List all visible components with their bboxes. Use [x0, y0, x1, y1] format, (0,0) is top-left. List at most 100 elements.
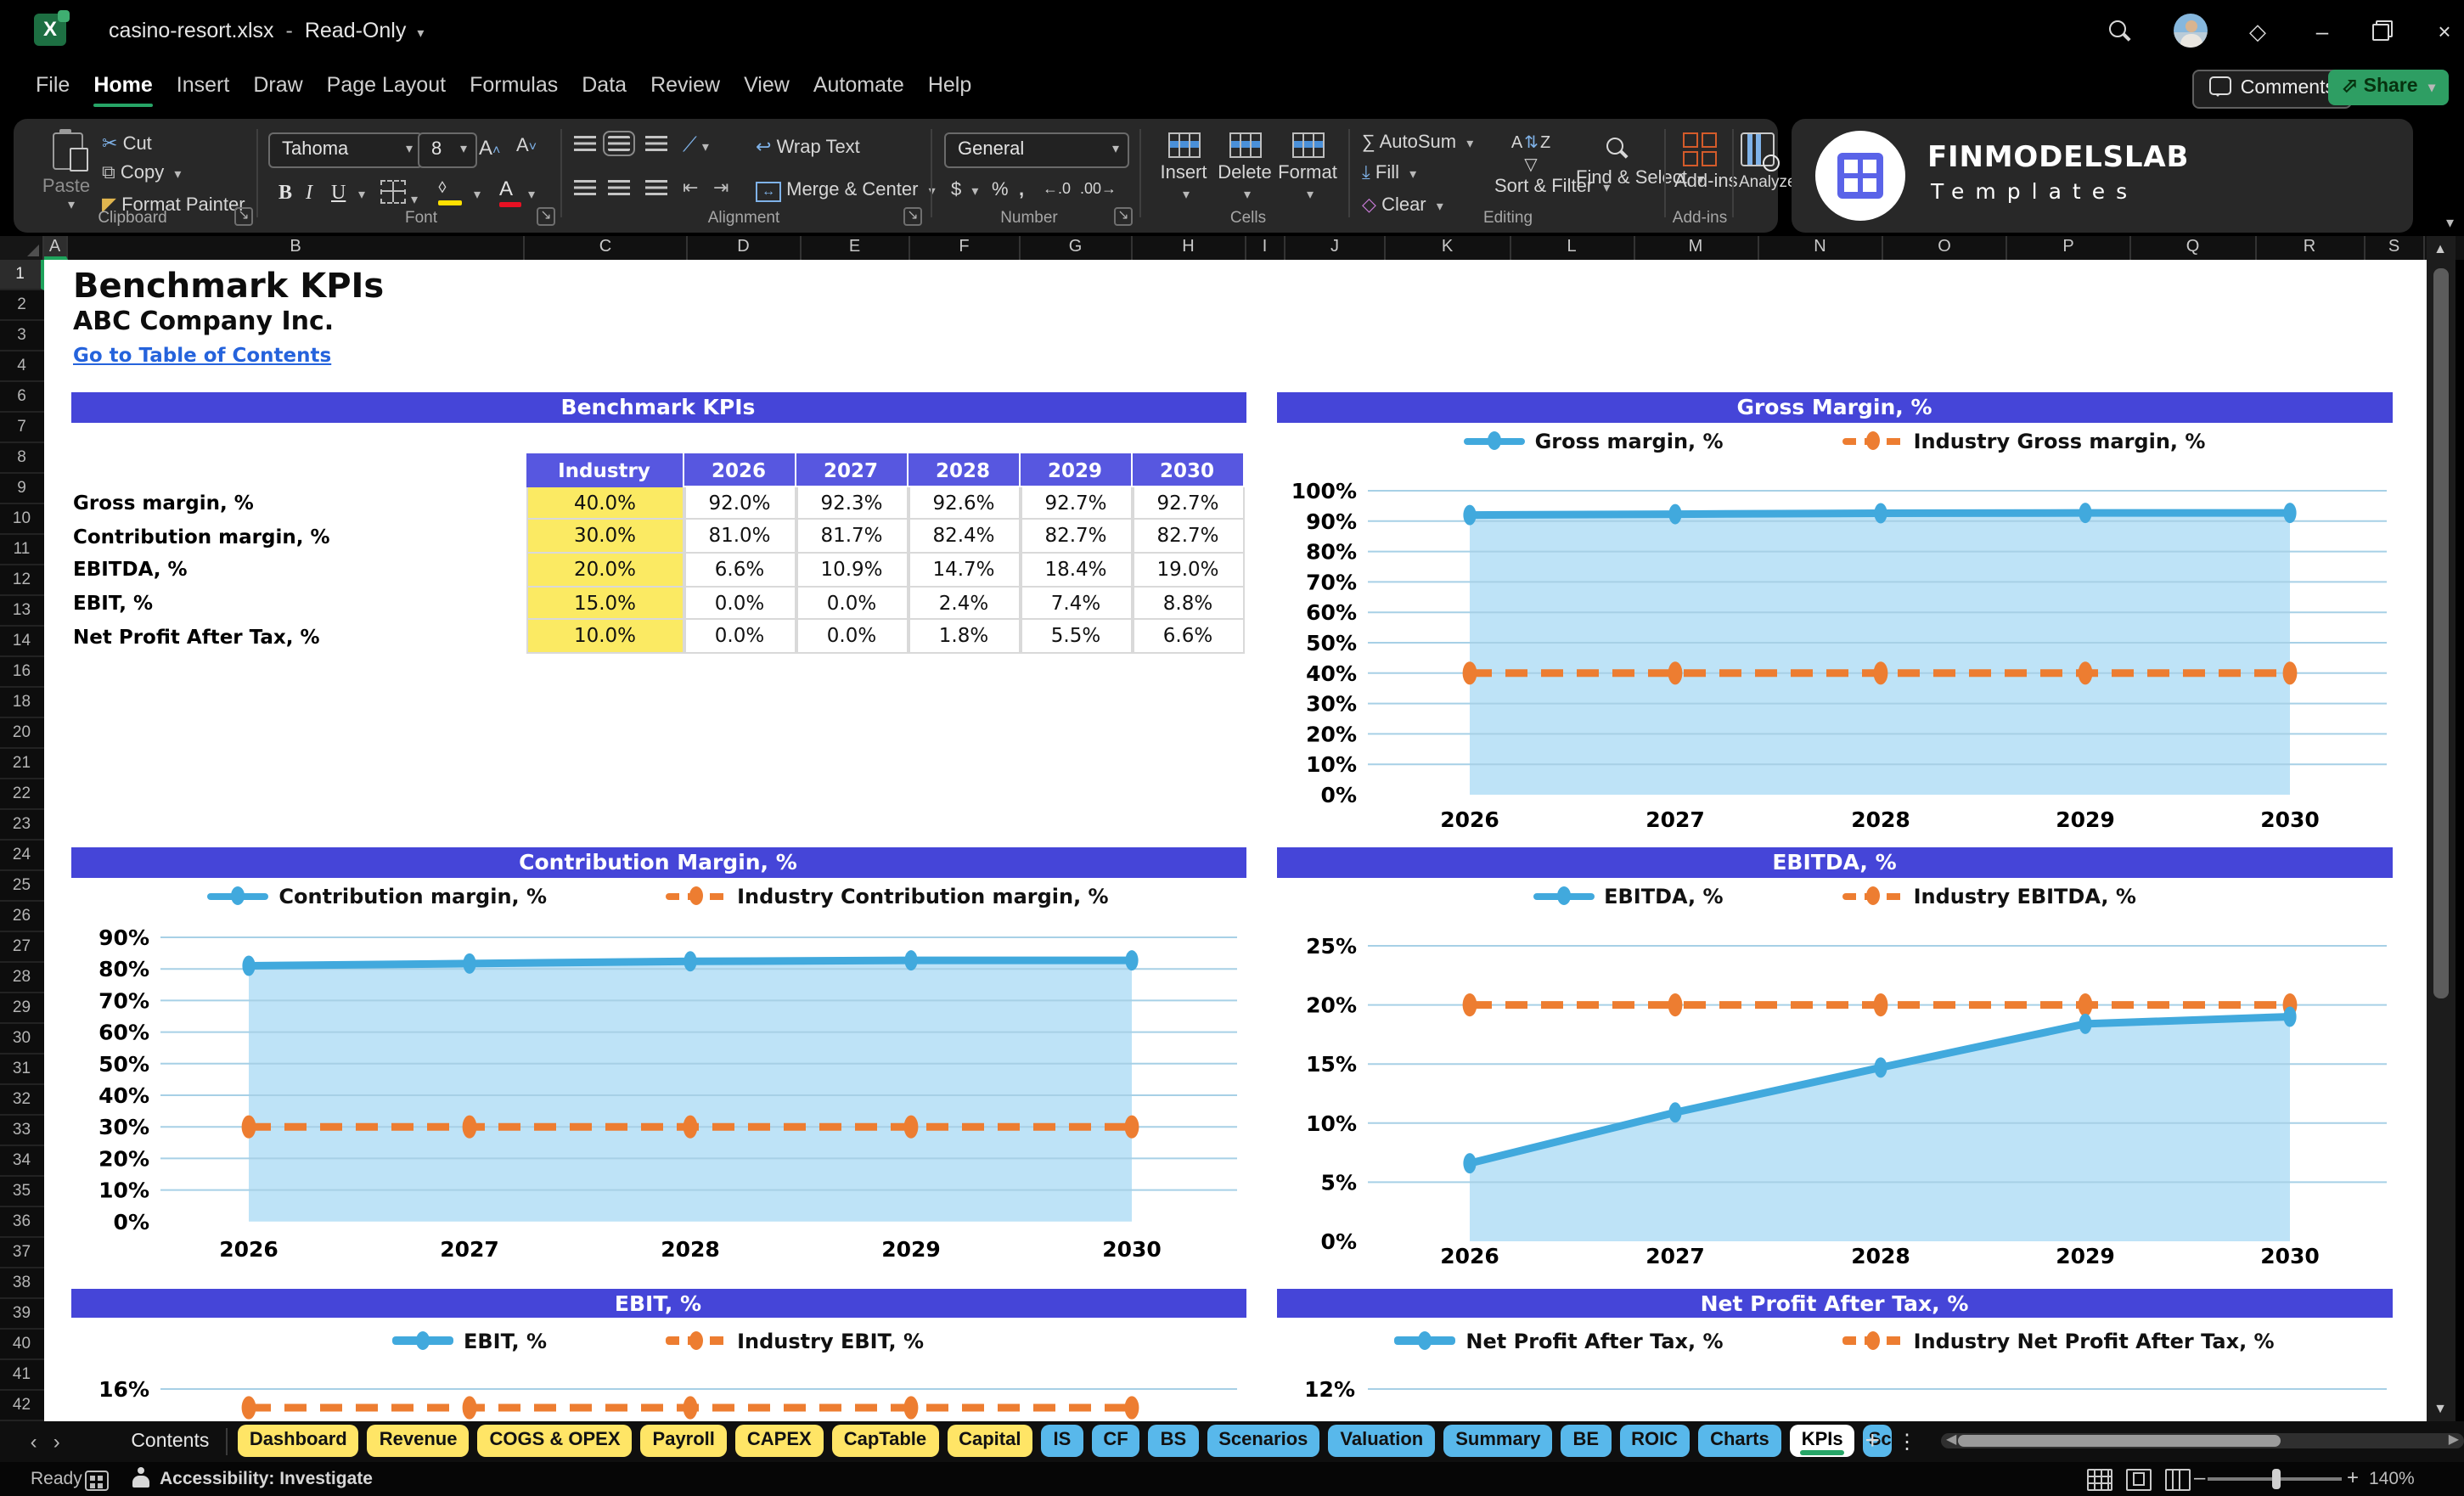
close-button[interactable]: × — [2428, 15, 2461, 48]
row-header-36[interactable]: 36 — [0, 1206, 43, 1237]
sheet-tab-dashboard[interactable]: Dashboard — [237, 1425, 359, 1457]
column-header-H[interactable]: H — [1133, 236, 1246, 259]
read-only-badge[interactable]: Read-Only — [305, 19, 407, 42]
vertical-scrollbar[interactable]: ▲ ▼ — [2426, 236, 2455, 1420]
kpi-cell[interactable]: 0.0% — [684, 587, 796, 621]
font-color-caret[interactable]: ▾ — [528, 187, 535, 202]
sheet-tab-capex[interactable]: CAPEX — [734, 1425, 824, 1457]
kpi-cell[interactable]: 82.7% — [1020, 520, 1132, 554]
currency-button[interactable]: $ ▾ — [951, 180, 978, 200]
sheet-tab-revenue[interactable]: Revenue — [367, 1425, 470, 1457]
kpi-header-cell[interactable]: Industry — [526, 453, 684, 489]
column-header-J[interactable]: J — [1285, 236, 1386, 259]
tab-options-icon[interactable]: ⋮ — [1897, 1429, 1917, 1453]
fill-color-caret[interactable]: ▾ — [474, 187, 481, 202]
sheet-tab-charts[interactable]: Charts — [1698, 1425, 1781, 1457]
copy-button[interactable]: ⧉ Copy ▾ — [102, 163, 181, 185]
row-header-1[interactable]: 1 — [0, 259, 43, 290]
row-header-12[interactable]: 12 — [0, 565, 43, 595]
kpi-cell[interactable]: 2.4% — [908, 587, 1020, 621]
font-color-button[interactable]: A — [499, 177, 521, 207]
column-header-N[interactable]: N — [1758, 236, 1883, 259]
row-header-28[interactable]: 28 — [0, 962, 43, 993]
kpi-cell[interactable]: 81.7% — [796, 520, 908, 554]
clipboard-dialog-launcher[interactable]: ↘ — [234, 207, 253, 226]
row-header-4[interactable]: 4 — [0, 351, 43, 381]
kpi-cell[interactable]: 40.0% — [526, 486, 684, 520]
decrease-indent-button[interactable]: ⇤ — [683, 177, 698, 199]
collapse-ribbon-chevron-icon[interactable]: ▾ — [2446, 214, 2454, 233]
clear-button[interactable]: ◇ Clear ▾ — [1362, 194, 1443, 216]
kpi-cell[interactable]: 20.0% — [526, 554, 684, 588]
sheet-tab-roic[interactable]: ROIC — [1619, 1425, 1690, 1457]
row-header-29[interactable]: 29 — [0, 993, 43, 1023]
sheet-tab-summary[interactable]: Summary — [1443, 1425, 1553, 1457]
row-header-18[interactable]: 18 — [0, 687, 43, 717]
sheet-tab-kpis[interactable]: KPIs — [1789, 1425, 1855, 1457]
tabs-next-icon[interactable]: › — [47, 1429, 66, 1453]
accessibility-status[interactable]: Accessibility: Investigate — [160, 1468, 373, 1488]
find-select-button[interactable]: Find & Select ▾ — [1576, 132, 1704, 190]
row-header-9[interactable]: 9 — [0, 473, 43, 503]
tabs-prev-icon[interactable]: ‹ — [24, 1429, 43, 1453]
share-button[interactable]: ⬀ Share ▾ — [2327, 70, 2449, 105]
display-settings-icon[interactable] — [85, 1470, 109, 1490]
sheet-tab-bs[interactable]: BS — [1148, 1425, 1199, 1457]
kpi-cell[interactable]: 1.8% — [908, 620, 1020, 655]
row-header-14[interactable]: 14 — [0, 626, 43, 656]
sheet-tab-be[interactable]: BE — [1561, 1425, 1612, 1457]
scroll-right-icon[interactable]: ▶ — [2449, 1431, 2459, 1447]
kpi-cell[interactable]: 92.0% — [684, 486, 796, 520]
kpi-cell[interactable]: 92.3% — [796, 486, 908, 520]
align-left-button[interactable] — [574, 180, 596, 200]
row-header-2[interactable]: 2 — [0, 290, 43, 320]
column-header-A[interactable]: A — [43, 236, 68, 259]
kpi-cell[interactable]: 0.0% — [684, 620, 796, 655]
align-top-button[interactable] — [574, 136, 596, 156]
row-header-26[interactable]: 26 — [0, 901, 43, 931]
alignment-dialog-launcher[interactable]: ↘ — [903, 207, 922, 226]
sheet-tab-cf[interactable]: CF — [1091, 1425, 1140, 1457]
row-header-31[interactable]: 31 — [0, 1054, 43, 1084]
minimize-button[interactable]: – — [2306, 15, 2338, 48]
column-header-R[interactable]: R — [2256, 236, 2365, 259]
align-center-button[interactable] — [608, 180, 630, 200]
row-header-6[interactable]: 6 — [0, 381, 43, 412]
kpi-header-cell[interactable]: 2026 — [684, 453, 796, 487]
normal-view-button[interactable] — [2087, 1468, 2112, 1490]
sheet-tab-scenarios[interactable]: Scenarios — [1207, 1425, 1320, 1457]
sheet-canvas[interactable]: Benchmark KPIs ABC Company Inc. Go to Ta… — [43, 259, 2426, 1420]
column-header-D[interactable]: D — [688, 236, 801, 259]
number-format-select[interactable]: General ▾ — [944, 132, 1129, 168]
kpi-header-cell[interactable]: 2029 — [1020, 453, 1132, 487]
kpi-header-cell[interactable]: 2030 — [1132, 453, 1244, 487]
column-header-G[interactable]: G — [1020, 236, 1133, 259]
row-header-16[interactable]: 16 — [0, 656, 43, 687]
row-header-22[interactable]: 22 — [0, 779, 43, 809]
page-layout-view-button[interactable] — [2126, 1468, 2152, 1490]
menu-home[interactable]: Home — [93, 63, 153, 110]
column-header-Q[interactable]: Q — [2131, 236, 2256, 259]
menu-file[interactable]: File — [36, 63, 70, 110]
decrease-decimal-button[interactable]: .00→ — [1080, 180, 1117, 197]
bold-button[interactable]: B — [278, 180, 292, 205]
avatar[interactable] — [2174, 14, 2208, 48]
row-header-42[interactable]: 42 — [0, 1390, 43, 1420]
kpi-cell[interactable]: 81.0% — [684, 520, 796, 554]
column-header-I[interactable]: I — [1246, 236, 1285, 259]
underline-button[interactable]: U — [331, 180, 346, 205]
comma-button[interactable]: , — [1019, 180, 1024, 200]
increase-indent-button[interactable]: ⇥ — [713, 177, 729, 199]
number-dialog-launcher[interactable]: ↘ — [1114, 207, 1133, 226]
row-header-25[interactable]: 25 — [0, 870, 43, 901]
kpi-cell[interactable]: 15.0% — [526, 587, 684, 621]
delete-cells-button[interactable]: Delete ▾ — [1216, 132, 1274, 204]
row-header-10[interactable]: 10 — [0, 503, 43, 534]
insert-cells-button[interactable]: Insert ▾ — [1155, 132, 1212, 204]
kpi-cell[interactable]: 0.0% — [796, 620, 908, 655]
row-header-37[interactable]: 37 — [0, 1237, 43, 1268]
horizontal-scrollbar-thumb[interactable] — [1958, 1435, 2281, 1447]
font-family-select[interactable]: Tahoma ▾ — [268, 132, 423, 168]
column-header-E[interactable]: E — [801, 236, 910, 259]
kpi-cell[interactable]: 18.4% — [1020, 554, 1132, 588]
